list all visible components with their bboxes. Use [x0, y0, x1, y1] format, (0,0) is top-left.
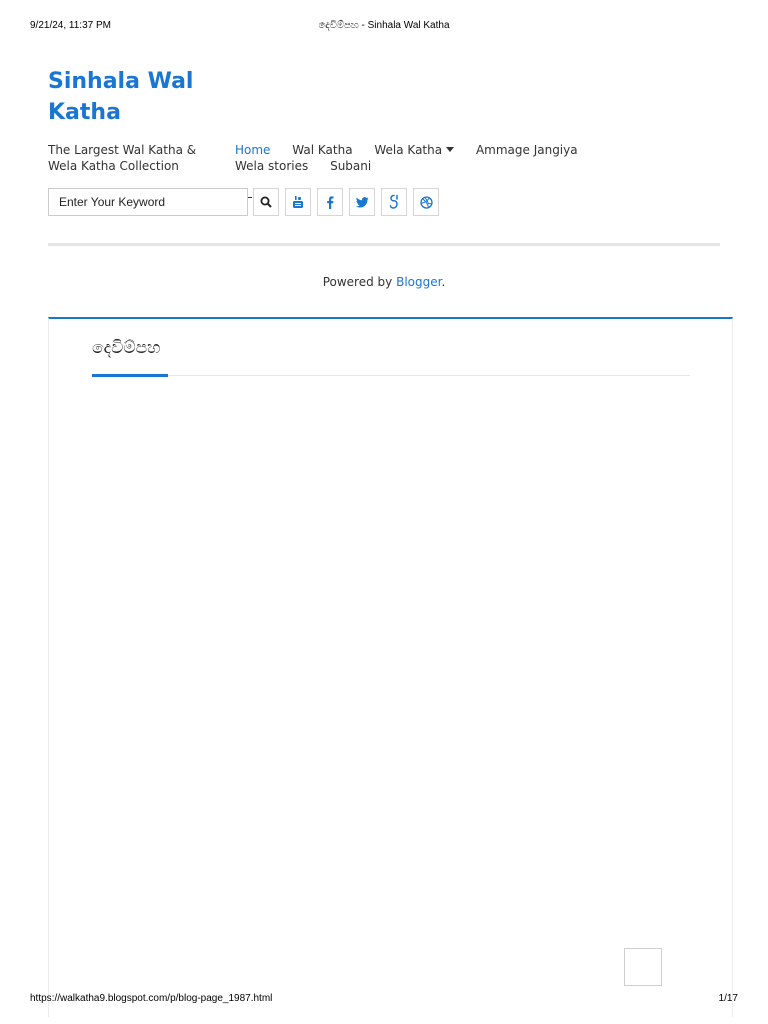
facebook-icon [327, 195, 334, 209]
main-nav: Home Wal Katha Wela Katha Ammage Jangiya… [235, 142, 615, 174]
print-page-number: 1/17 [718, 993, 738, 1004]
youtube-icon [293, 196, 303, 208]
nav-item-subani[interactable]: Subani [330, 159, 371, 173]
print-header: 9/21/24, 11:37 PM දෙවිම්පහ - Sinhala Wal… [30, 20, 738, 34]
nav-item-wela-stories[interactable]: Wela stories [235, 159, 308, 173]
site-title-link[interactable]: Sinhala Wal Katha [48, 66, 228, 128]
print-doc-title: දෙවිම්පහ - Sinhala Wal Katha [318, 20, 450, 31]
nav-row-2: Wela stories Subani [235, 158, 615, 174]
print-footer: https://walkatha9.blogspot.com/p/blog-pa… [30, 993, 738, 1007]
back-to-top-button[interactable] [624, 948, 662, 986]
powered-by-prefix: Powered by [322, 275, 393, 289]
twitter-button[interactable] [349, 188, 375, 216]
search-input-divider [248, 197, 252, 198]
nav-item-wela-katha-label: Wela Katha [374, 143, 443, 157]
powered-by: Powered by Blogger. [0, 275, 768, 289]
nav-row-1: Home Wal Katha Wela Katha Ammage Jangiya [235, 142, 615, 158]
post-title: දෙවිම්පහ [92, 338, 161, 358]
search-input[interactable] [48, 188, 248, 216]
youtube-button[interactable] [285, 188, 311, 216]
header-divider [48, 243, 720, 246]
dribbble-button[interactable] [413, 188, 439, 216]
powered-by-suffix: . [441, 275, 446, 289]
twitter-icon [355, 196, 368, 207]
google-plus-icon [389, 194, 398, 209]
caret-down-icon [446, 147, 455, 152]
site-tagline: The Largest Wal Katha & Wela Katha Colle… [48, 143, 197, 173]
blogger-link[interactable]: Blogger [396, 275, 441, 289]
google-plus-button[interactable] [381, 188, 407, 216]
nav-item-wal-katha[interactable]: Wal Katha [292, 143, 352, 157]
nav-item-wela-katha[interactable]: Wela Katha [374, 143, 455, 157]
nav-item-ammage-jangiya[interactable]: Ammage Jangiya [476, 143, 578, 157]
post-card [48, 317, 733, 1017]
facebook-button[interactable] [317, 188, 343, 216]
search-button[interactable] [253, 188, 279, 216]
post-title-rule [92, 375, 690, 376]
dribbble-icon [419, 195, 433, 209]
post-title-accent [92, 374, 168, 377]
search-icon [260, 196, 272, 208]
print-url: https://walkatha9.blogspot.com/p/blog-pa… [30, 993, 273, 1004]
nav-item-home[interactable]: Home [235, 143, 270, 157]
